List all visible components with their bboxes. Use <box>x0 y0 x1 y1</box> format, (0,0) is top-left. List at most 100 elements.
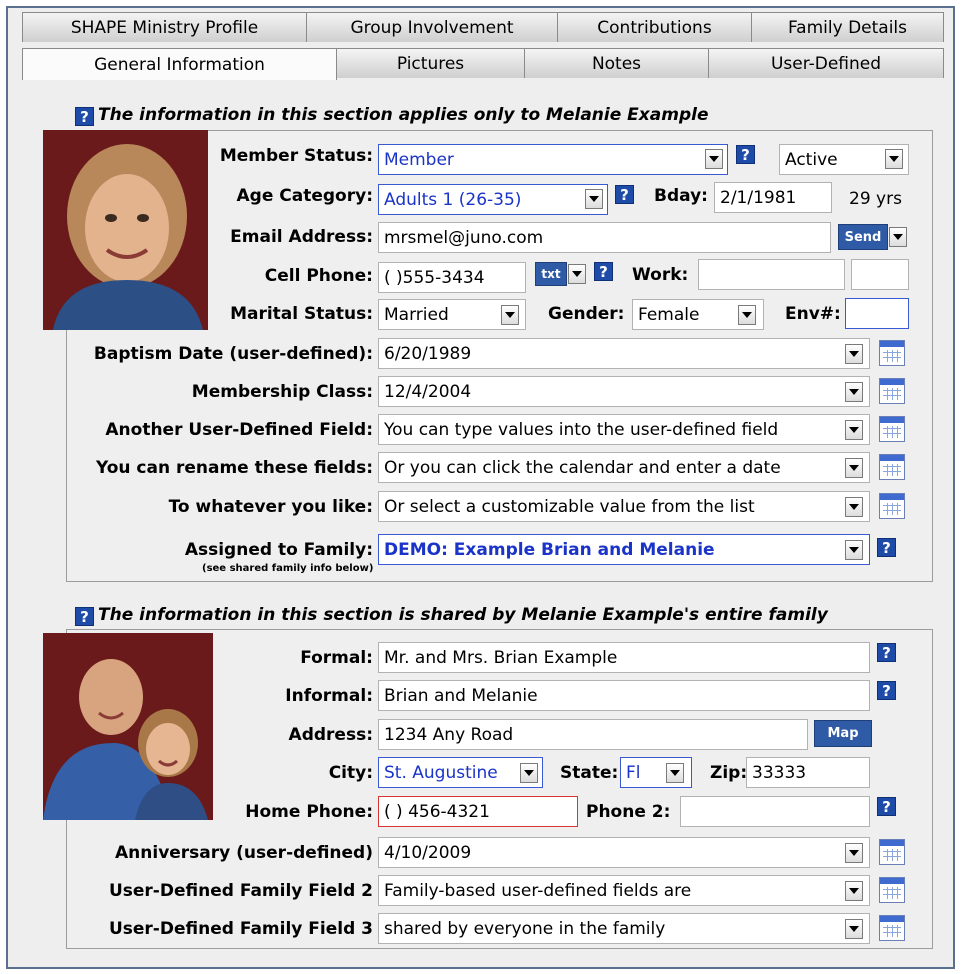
tab-contributions[interactable]: Contributions <box>557 12 752 42</box>
zip-field[interactable]: 33333 <box>746 757 870 788</box>
calendar-icon[interactable] <box>879 877 905 903</box>
chevron-down-icon[interactable] <box>845 382 863 402</box>
age-text: 29 yrs <box>849 189 902 209</box>
anniversary-label: Anniversary (user-defined) <box>115 843 373 863</box>
help-icon[interactable]: ? <box>615 185 634 204</box>
work-phone-field[interactable] <box>698 259 845 290</box>
chevron-down-icon[interactable] <box>705 149 723 169</box>
age-category-label: Age Category: <box>236 186 374 206</box>
udf2-label: User-Defined Family Field 2 <box>108 881 373 901</box>
udf3-field[interactable]: shared by everyone in the family <box>378 913 870 944</box>
calendar-icon[interactable] <box>879 416 905 442</box>
tab-shape-ministry-profile[interactable]: SHAPE Ministry Profile <box>22 12 307 42</box>
rename-fields-label: You can rename these fields: <box>95 458 373 478</box>
tab-user-defined[interactable]: User-Defined <box>708 48 944 78</box>
help-icon[interactable]: ? <box>75 607 94 626</box>
tab-group-involvement[interactable]: Group Involvement <box>306 12 558 42</box>
address-label: Address: <box>288 725 373 745</box>
membership-class-field[interactable]: 12/4/2004 <box>378 376 870 407</box>
email-field[interactable]: mrsmel@juno.com <box>378 222 831 253</box>
whatever-field[interactable]: Or select a customizable value from the … <box>378 491 870 522</box>
chevron-down-icon[interactable] <box>845 420 863 440</box>
txt-button[interactable]: txt <box>535 262 567 286</box>
calendar-icon[interactable] <box>879 454 905 480</box>
personal-section-title: The information in this section applies … <box>98 105 709 125</box>
tab-pictures[interactable]: Pictures <box>336 48 525 78</box>
whatever-label: To whatever you like: <box>168 497 373 517</box>
email-label: Email Address: <box>230 227 373 247</box>
work-phone-label: Work: <box>632 265 689 285</box>
tab-family-details[interactable]: Family Details <box>751 12 944 42</box>
help-icon[interactable]: ? <box>594 262 613 281</box>
calendar-icon[interactable] <box>879 915 905 941</box>
city-select[interactable]: St. Augustine <box>378 757 543 788</box>
rename-fields-field[interactable]: Or you can click the calendar and enter … <box>378 452 870 483</box>
baptism-date-label: Baptism Date (user-defined): <box>93 344 373 364</box>
help-icon[interactable]: ? <box>877 538 896 557</box>
assigned-family-select[interactable]: DEMO: Example Brian and Melanie <box>378 534 870 565</box>
help-icon[interactable]: ? <box>736 145 755 164</box>
chevron-down-icon[interactable] <box>845 881 863 901</box>
udf3-label: User-Defined Family Field 3 <box>108 919 373 939</box>
chevron-down-icon[interactable] <box>885 149 903 169</box>
home-phone-label: Home Phone: <box>245 802 373 822</box>
city-label: City: <box>328 763 373 783</box>
member-status-select[interactable]: Member <box>378 144 728 175</box>
help-icon[interactable]: ? <box>877 681 896 700</box>
calendar-icon[interactable] <box>879 493 905 519</box>
env-field[interactable] <box>845 298 909 329</box>
informal-field[interactable]: Brian and Melanie <box>378 680 870 711</box>
map-button[interactable]: Map <box>814 720 872 747</box>
chevron-down-icon[interactable] <box>845 497 863 517</box>
family-photo <box>43 633 213 820</box>
chevron-down-icon[interactable] <box>845 919 863 939</box>
chevron-down-icon[interactable] <box>520 763 538 783</box>
chevron-down-icon[interactable] <box>845 843 863 863</box>
calendar-icon[interactable] <box>879 378 905 404</box>
help-icon[interactable]: ? <box>877 643 896 662</box>
send-button[interactable]: Send <box>838 224 888 250</box>
chevron-down-icon[interactable] <box>585 189 603 209</box>
address-field[interactable]: 1234 Any Road <box>378 719 808 750</box>
calendar-icon[interactable] <box>879 340 905 366</box>
chevron-down-icon[interactable] <box>666 763 684 783</box>
calendar-icon[interactable] <box>879 839 905 865</box>
phone2-field[interactable] <box>680 796 870 827</box>
bday-label: Bday: <box>654 186 708 206</box>
cell-phone-field[interactable]: ( )555-3434 <box>378 262 526 293</box>
chevron-down-icon[interactable] <box>845 344 863 364</box>
state-label: State: <box>560 763 619 783</box>
member-photo <box>43 130 208 330</box>
tab-general-information[interactable]: General Information <box>22 48 337 80</box>
baptism-date-field[interactable]: 6/20/1989 <box>378 338 870 369</box>
work-ext-field[interactable] <box>851 259 909 290</box>
anniversary-field[interactable]: 4/10/2009 <box>378 837 870 868</box>
env-label: Env#: <box>785 304 841 324</box>
age-category-select[interactable]: Adults 1 (26-35) <box>378 184 608 215</box>
tab-notes[interactable]: Notes <box>524 48 709 78</box>
informal-label: Informal: <box>285 686 373 706</box>
family-section-title: The information in this section is share… <box>98 605 828 625</box>
udf2-field[interactable]: Family-based user-defined fields are <box>378 875 870 906</box>
another-field-label: Another User-Defined Field: <box>105 420 373 440</box>
tab-row-top: SHAPE Ministry Profile Group Involvement… <box>22 12 944 42</box>
phone2-label: Phone 2: <box>586 802 671 822</box>
home-phone-field[interactable]: ( ) 456-4321 <box>378 796 578 827</box>
help-icon[interactable]: ? <box>877 797 896 816</box>
assigned-family-label: Assigned to Family: <box>184 540 373 560</box>
help-icon[interactable]: ? <box>75 107 94 126</box>
another-user-defined-field[interactable]: You can type values into the user-define… <box>378 414 870 445</box>
chevron-down-icon[interactable] <box>845 540 863 560</box>
chevron-down-icon[interactable] <box>568 264 586 284</box>
bday-field[interactable]: 2/1/1981 <box>714 182 832 213</box>
gender-label: Gender: <box>548 304 625 324</box>
chevron-down-icon[interactable] <box>501 305 519 325</box>
formal-field[interactable]: Mr. and Mrs. Brian Example <box>378 642 870 673</box>
chevron-down-icon[interactable] <box>889 227 907 247</box>
membership-class-label: Membership Class: <box>191 382 373 402</box>
marital-status-label: Marital Status: <box>230 304 373 324</box>
chevron-down-icon[interactable] <box>738 305 756 325</box>
tab-row-bottom: General Information Pictures Notes User-… <box>22 48 944 80</box>
formal-label: Formal: <box>300 648 373 668</box>
chevron-down-icon[interactable] <box>845 458 863 478</box>
